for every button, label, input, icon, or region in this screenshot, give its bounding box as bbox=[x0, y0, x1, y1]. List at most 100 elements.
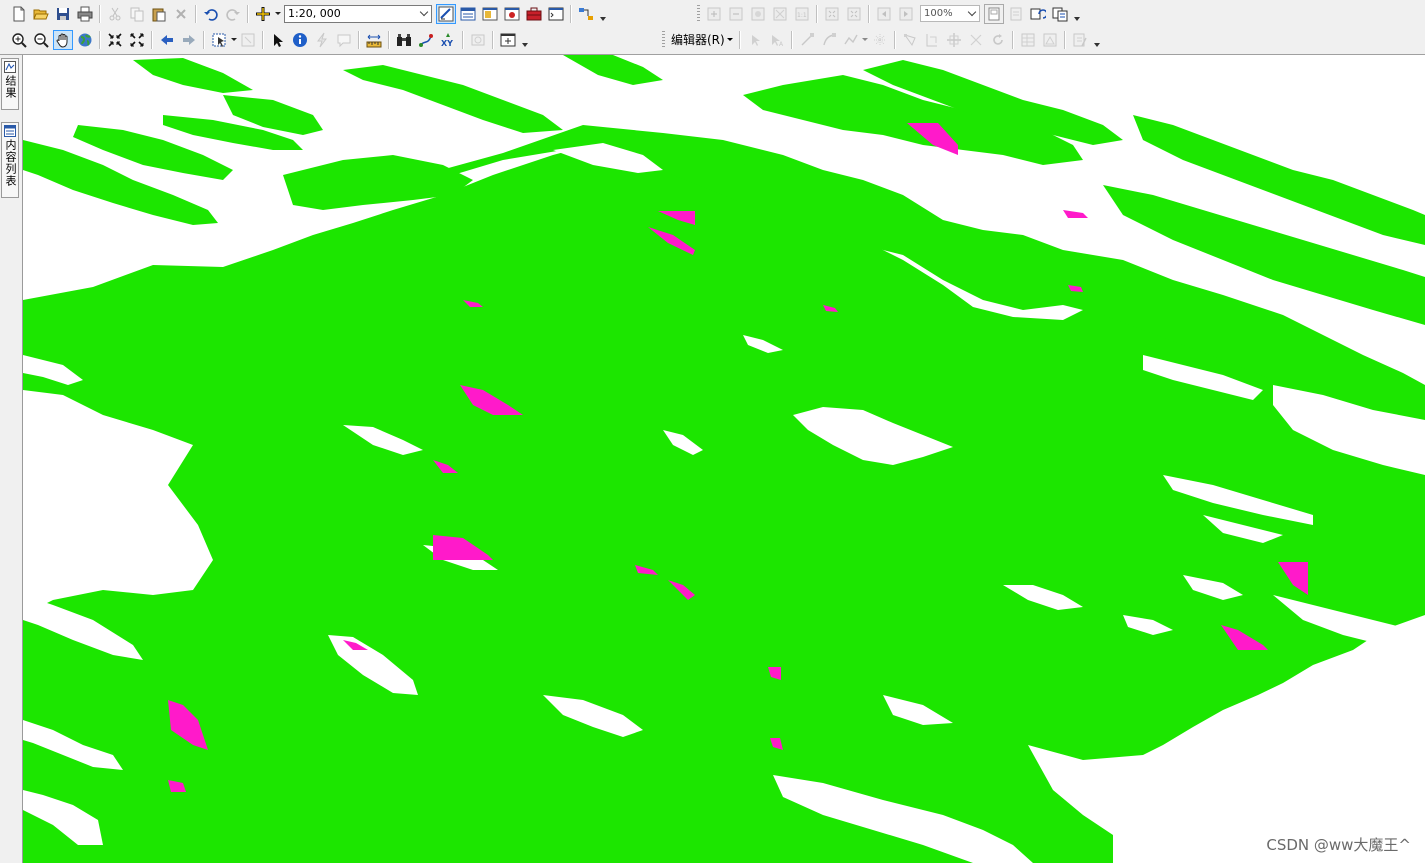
print-button[interactable] bbox=[75, 4, 95, 24]
find-button[interactable] bbox=[394, 30, 414, 50]
attributes-button[interactable] bbox=[1018, 30, 1038, 50]
edit-tool-button[interactable] bbox=[745, 30, 765, 50]
select-elements-button[interactable] bbox=[268, 30, 288, 50]
html-popup-button[interactable] bbox=[334, 30, 354, 50]
new-document-button[interactable] bbox=[9, 4, 29, 24]
point-button[interactable] bbox=[870, 30, 890, 50]
next-page-extent-button[interactable] bbox=[896, 4, 916, 24]
zoom-100-button[interactable]: 1:1 bbox=[792, 4, 812, 24]
pan-hand-icon bbox=[56, 33, 68, 48]
construction-tools-dropdown[interactable] bbox=[862, 30, 869, 50]
chevron-down-icon[interactable] bbox=[417, 6, 431, 22]
edit-pointer-icon bbox=[751, 34, 760, 46]
redo-button[interactable] bbox=[223, 4, 243, 24]
editor-menu[interactable]: 编辑器(R) bbox=[668, 30, 736, 50]
create-viewer-window-button[interactable] bbox=[498, 30, 518, 50]
pan-button[interactable] bbox=[53, 29, 73, 50]
toolbar-options-button[interactable] bbox=[599, 4, 607, 24]
zoom-percent-combo[interactable]: 100% bbox=[920, 5, 980, 22]
table-of-contents-button[interactable] bbox=[458, 4, 478, 24]
create-features-button[interactable] bbox=[1070, 30, 1090, 50]
results-tab[interactable]: 结果 bbox=[1, 58, 19, 110]
edit-annotation-button[interactable]: A bbox=[767, 30, 787, 50]
go-to-xy-button[interactable]: XY bbox=[438, 30, 458, 50]
redo-icon bbox=[226, 8, 240, 21]
map-view[interactable]: CSDN @ww大魔王^ bbox=[23, 55, 1425, 863]
new-icon bbox=[13, 6, 25, 21]
arrow-right-icon bbox=[183, 34, 195, 45]
select-features-dropdown[interactable] bbox=[230, 30, 237, 50]
select-features-button[interactable] bbox=[209, 30, 229, 50]
full-extent-button[interactable] bbox=[75, 30, 95, 50]
left-dock-panel: 结果 内容列表 bbox=[0, 55, 23, 863]
zoom-whole-page-button[interactable] bbox=[770, 4, 790, 24]
toolbar-grip[interactable] bbox=[662, 30, 665, 49]
open-button[interactable] bbox=[31, 4, 51, 24]
python-window-icon bbox=[548, 7, 564, 20]
toolbar-options-button[interactable] bbox=[1073, 4, 1081, 24]
arctoolbox-button[interactable] bbox=[524, 4, 544, 24]
identify-button[interactable] bbox=[290, 30, 310, 50]
toolbar-options-button[interactable] bbox=[1093, 30, 1101, 50]
toolbar-options-button[interactable] bbox=[521, 30, 529, 50]
route-icon bbox=[419, 33, 433, 47]
modelbuilder-button[interactable] bbox=[576, 4, 596, 24]
data-driven-pages-button[interactable] bbox=[1050, 4, 1070, 24]
split-tool-button[interactable] bbox=[966, 30, 986, 50]
separator bbox=[570, 4, 572, 23]
measure-button[interactable] bbox=[364, 30, 384, 50]
fixed-zoom-out-button[interactable] bbox=[127, 30, 147, 50]
sketch-properties-button[interactable] bbox=[1040, 30, 1060, 50]
previous-page-extent-button[interactable] bbox=[874, 4, 894, 24]
globe-icon bbox=[78, 33, 92, 46]
copy-button[interactable] bbox=[127, 4, 147, 24]
focus-data-frame-button[interactable] bbox=[1006, 4, 1026, 24]
paste-button[interactable] bbox=[149, 4, 169, 24]
find-route-button[interactable] bbox=[416, 30, 436, 50]
toggle-draft-mode-button[interactable] bbox=[984, 3, 1004, 24]
fixed-zoom-in-page-button[interactable] bbox=[822, 4, 842, 24]
xy-icon: XY bbox=[441, 32, 453, 48]
undo-icon bbox=[204, 8, 218, 21]
map-scale-combo[interactable]: 1:20, 000 bbox=[284, 4, 432, 23]
search-window-button[interactable] bbox=[502, 4, 522, 24]
zoom-in-button[interactable] bbox=[9, 30, 29, 50]
cut-button[interactable] bbox=[105, 4, 125, 24]
catalog-button[interactable] bbox=[480, 4, 500, 24]
separator bbox=[247, 4, 249, 23]
chevron-down-icon[interactable] bbox=[965, 6, 979, 21]
python-window-button[interactable] bbox=[546, 4, 566, 24]
fixed-zoom-in-button[interactable] bbox=[105, 30, 125, 50]
layout-zoom-in-button[interactable] bbox=[704, 4, 724, 24]
zoom-100-icon: 1:1 bbox=[795, 7, 809, 20]
straight-segment-button[interactable] bbox=[797, 30, 817, 50]
go-forward-extent-button[interactable] bbox=[179, 30, 199, 50]
table-of-contents-tab[interactable]: 内容列表 bbox=[1, 122, 19, 198]
go-back-extent-button[interactable] bbox=[157, 30, 177, 50]
fixed-zoom-out-icon bbox=[130, 32, 144, 47]
change-layout-button[interactable] bbox=[1028, 4, 1048, 24]
time-slider-button[interactable] bbox=[468, 30, 488, 50]
add-data-dropdown[interactable] bbox=[274, 4, 281, 24]
editor-toolbar-button[interactable] bbox=[436, 3, 456, 24]
reshape-feature-button[interactable] bbox=[922, 30, 942, 50]
undo-button[interactable] bbox=[201, 4, 221, 24]
edit-vertices-button[interactable] bbox=[900, 30, 920, 50]
add-data-button[interactable] bbox=[253, 4, 273, 24]
trace-button[interactable] bbox=[841, 30, 861, 50]
fixed-zoom-out-page-button[interactable] bbox=[844, 4, 864, 24]
trace-icon bbox=[844, 34, 858, 44]
end-point-arc-button[interactable] bbox=[819, 30, 839, 50]
cut-polygons-button[interactable] bbox=[944, 30, 964, 50]
save-button[interactable] bbox=[53, 4, 73, 24]
toolbar-grip[interactable] bbox=[697, 4, 700, 23]
clear-selection-button[interactable] bbox=[238, 30, 258, 50]
search-window-icon bbox=[504, 7, 520, 20]
cut-polygon-icon bbox=[946, 32, 961, 47]
delete-button[interactable] bbox=[171, 4, 191, 24]
layout-zoom-out-button[interactable] bbox=[726, 4, 746, 24]
layout-pan-button[interactable] bbox=[748, 4, 768, 24]
zoom-out-button[interactable] bbox=[31, 30, 51, 50]
hyperlink-button[interactable] bbox=[312, 30, 332, 50]
rotate-tool-button[interactable] bbox=[988, 30, 1008, 50]
